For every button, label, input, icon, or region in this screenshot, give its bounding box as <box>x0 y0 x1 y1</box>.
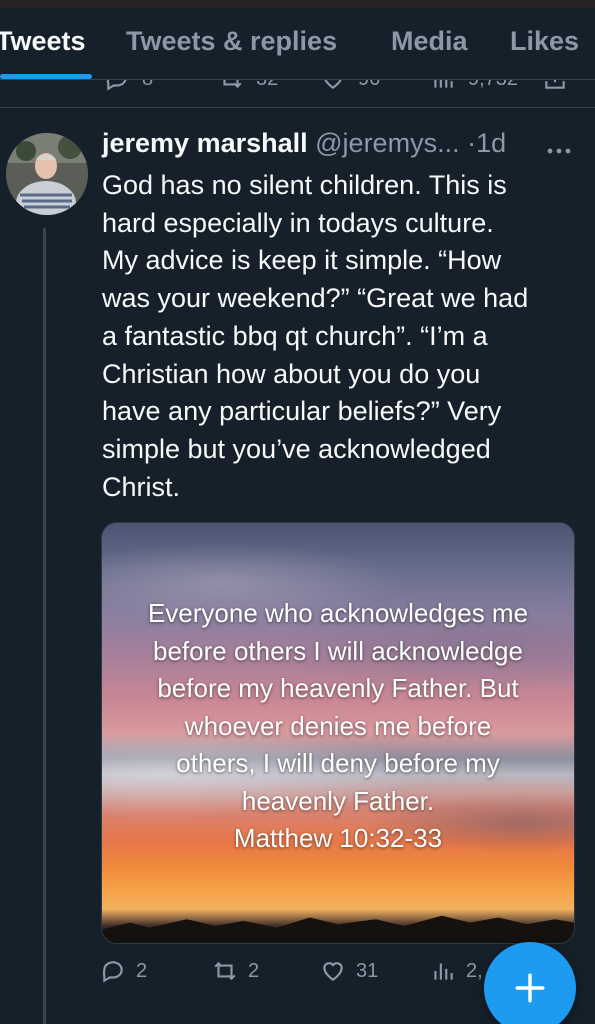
previous-tweet-actions: 8 32 96 9,732 <box>0 80 595 108</box>
tweet-time[interactable]: 1d <box>476 128 506 158</box>
image-quote-text: Everyone who acknowledges me before othe… <box>147 598 529 853</box>
tweet-header: jeremy marshall @jeremys... ·1d <box>102 128 506 159</box>
reply-button[interactable]: 2 <box>100 958 147 984</box>
retweet-icon <box>214 961 236 981</box>
tab-media[interactable]: Media <box>391 26 468 57</box>
prev-retweet-count: 32 <box>256 80 278 91</box>
prev-views-button[interactable]: 9,732 <box>430 80 518 92</box>
tab-tweets[interactable]: Tweets <box>0 26 86 57</box>
reply-icon <box>106 80 127 91</box>
prev-retweet-button[interactable]: 32 <box>218 80 278 92</box>
more-icon <box>547 148 571 154</box>
share-icon <box>545 80 565 89</box>
active-tab-indicator <box>0 74 92 79</box>
avatar-photo <box>6 133 88 215</box>
tab-tweets-replies[interactable]: Tweets & replies <box>126 26 337 57</box>
more-button[interactable] <box>546 132 572 163</box>
views-icon <box>434 80 453 88</box>
author-name[interactable]: jeremy marshall <box>102 128 308 158</box>
status-strip <box>0 0 595 8</box>
heart-icon <box>324 80 342 89</box>
like-count: 31 <box>356 959 379 982</box>
retweet-count: 2 <box>248 959 260 982</box>
compose-plus-icon <box>515 973 545 1003</box>
tweet-actions: 2 2 31 2, <box>100 958 500 994</box>
tweet-image[interactable]: Everyone who acknowledges me before othe… <box>101 522 575 944</box>
compose-button[interactable] <box>484 942 576 1024</box>
tweet-text: God has no silent children. This is hard… <box>102 170 529 502</box>
heart-icon <box>323 962 343 981</box>
prev-reply-count: 8 <box>142 80 153 91</box>
prev-share-button[interactable] <box>542 80 568 92</box>
retweet-icon <box>223 80 242 89</box>
like-button[interactable]: 31 <box>320 958 378 984</box>
prev-views-count: 9,732 <box>468 80 518 91</box>
thread-line <box>43 228 46 1024</box>
views-count: 2, <box>466 959 483 982</box>
views-icon <box>434 963 453 980</box>
author-handle[interactable]: @jeremys... <box>315 128 459 158</box>
prev-like-count: 96 <box>358 80 380 91</box>
header-separator: · <box>467 128 477 158</box>
views-button[interactable]: 2, <box>430 958 483 984</box>
reply-count: 2 <box>136 959 148 982</box>
tab-likes[interactable]: Likes <box>510 26 579 57</box>
prev-reply-button[interactable]: 8 <box>104 80 153 92</box>
reply-icon <box>102 961 123 983</box>
profile-tabs: Tweets Tweets & replies Media Likes <box>0 8 595 80</box>
retweet-button[interactable]: 2 <box>212 958 259 984</box>
avatar[interactable] <box>6 133 88 215</box>
prev-like-button[interactable]: 96 <box>320 80 380 92</box>
